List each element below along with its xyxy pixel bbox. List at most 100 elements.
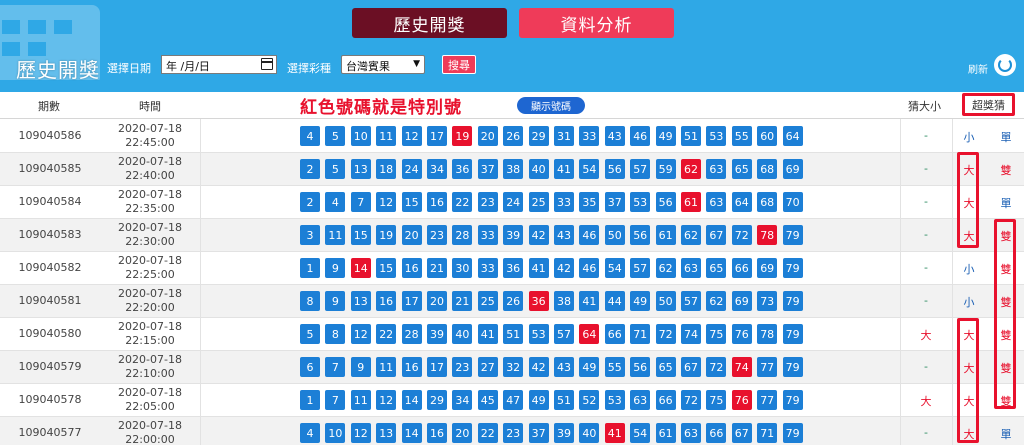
number-ball: 22 [452,192,473,212]
number-ball: 43 [604,126,625,146]
number-ball: 29 [427,390,447,410]
number-ball: 6 [300,357,320,377]
number-ball: 63 [706,159,727,179]
number-ball: 24 [401,159,422,179]
table-row: 109040577 2020-07-18 22:00:00 4 10 12 13 14 16 20… [0,417,1024,445]
number-ball: 17 [427,126,447,146]
draw-time: 2020-07-18 22:30:00 [100,221,200,249]
number-ball: 79 [782,291,803,311]
number-ball: 56 [655,192,676,212]
lottery-select[interactable]: 台灣賓果 ▼ [341,55,425,74]
draw-clock: 22:05:00 [125,400,175,413]
number-ball: 53 [604,390,625,410]
refresh-icon[interactable] [994,54,1016,76]
tab-analysis[interactable]: 資料分析 [519,8,674,38]
number-ball: 56 [604,159,625,179]
number-ball: 46 [579,225,600,245]
number-ball: 49 [579,357,600,377]
super-guess-label: 超獎猜 [972,98,1005,112]
number-ball: 26 [503,291,524,311]
number-ball: 19 [376,225,397,245]
show-numbers-button[interactable]: 顯示號碼 [517,97,585,114]
number-ball: 5 [300,324,320,344]
number-ball: 10 [325,423,346,443]
calendar-icon[interactable] [261,58,273,70]
number-ball: 16 [376,291,397,311]
number-ball: 50 [655,291,676,311]
issue-number: 109040578 [18,393,82,406]
guess-size-value: - [924,195,928,208]
number-ball: 63 [681,423,701,443]
number-ball: 49 [528,390,549,410]
number-ball: 54 [579,159,600,179]
draw-clock: 22:25:00 [125,268,175,281]
number-ball: 33 [477,225,498,245]
table-row: 109040583 2020-07-18 22:30:00 3 11 15 19 20 23 28… [0,219,1024,252]
table-row: 109040584 2020-07-18 22:35:00 2 4 7 12 15 16 22 23… [0,186,1024,219]
number-ball: 12 [350,423,371,443]
number-ball: 66 [655,390,676,410]
number-ball: 78 [757,324,778,344]
guess-size-value: - [924,360,928,373]
number-ball: 8 [325,324,346,344]
number-ball: 72 [681,390,701,410]
number-ball: 10 [350,126,371,146]
number-ball: 2 [300,192,320,212]
table-row: 109040586 2020-07-18 22:45:00 4 5 10 11 12 17 19 2… [0,120,1024,153]
number-ball: 38 [554,291,574,311]
search-button[interactable]: 搜尋 [442,55,476,74]
number-ball: 35 [579,192,600,212]
table-row: 109040580 2020-07-18 22:15:00 5 8 12 22 28 39 40 4… [0,318,1024,351]
number-ball: 46 [579,258,600,278]
number-ball: 40 [528,159,549,179]
number-ball: 22 [477,423,498,443]
special-number-annotation: 紅色號碼就是特別號 [300,98,462,118]
number-ball: 69 [782,159,803,179]
header-bar: 歷史開獎 資料分析 歷史開獎 選擇日期 年 /月/日 選擇彩種 台灣賓果 ▼ 搜… [0,0,1024,92]
draw-time: 2020-07-18 22:25:00 [100,254,200,282]
number-ball: 15 [350,225,371,245]
special-number-ball: 74 [731,357,752,377]
number-ball: 73 [757,291,778,311]
special-number-ball: 78 [757,225,778,245]
number-ball: 13 [376,423,397,443]
number-ball: 65 [706,258,727,278]
size-result: 小 [963,296,975,309]
number-ball: 9 [350,357,371,377]
special-number-ball: 41 [604,423,625,443]
number-ball: 67 [681,357,701,377]
number-ball: 1 [300,258,320,278]
number-ball: 20 [477,126,498,146]
tab-history[interactable]: 歷史開獎 [352,8,507,38]
number-ball: 67 [706,225,727,245]
special-number-ball: 19 [452,126,473,146]
number-ball: 42 [554,258,574,278]
draw-time: 2020-07-18 22:00:00 [100,419,200,445]
number-ball: 11 [376,357,397,377]
refresh-label: 刷新 [968,65,988,76]
draw-time: 2020-07-18 22:45:00 [100,122,200,150]
number-ball: 33 [579,126,600,146]
number-ball: 53 [528,324,549,344]
draw-clock: 22:20:00 [125,301,175,314]
issue-number: 109040583 [18,228,82,241]
number-ball: 63 [630,390,651,410]
date-field[interactable]: 年 /月/日 [161,55,277,74]
number-ball: 40 [579,423,600,443]
number-ball: 20 [401,225,422,245]
number-ball: 8 [300,291,320,311]
number-ball: 28 [401,324,422,344]
number-ball: 75 [706,324,727,344]
lottery-label: 選擇彩種 [287,62,331,75]
number-ball: 77 [757,357,778,377]
number-ball: 49 [655,126,676,146]
table-row: 109040578 2020-07-18 22:05:00 1 7 11 12 14 29 34 4… [0,384,1024,417]
number-ball: 57 [554,324,574,344]
column-time: 時間 [139,100,161,113]
number-ball: 5 [325,126,346,146]
number-ball: 55 [604,357,625,377]
number-ball: 79 [782,357,803,377]
number-ball: 79 [782,423,803,443]
number-ball: 16 [401,357,422,377]
number-ball: 20 [452,423,473,443]
